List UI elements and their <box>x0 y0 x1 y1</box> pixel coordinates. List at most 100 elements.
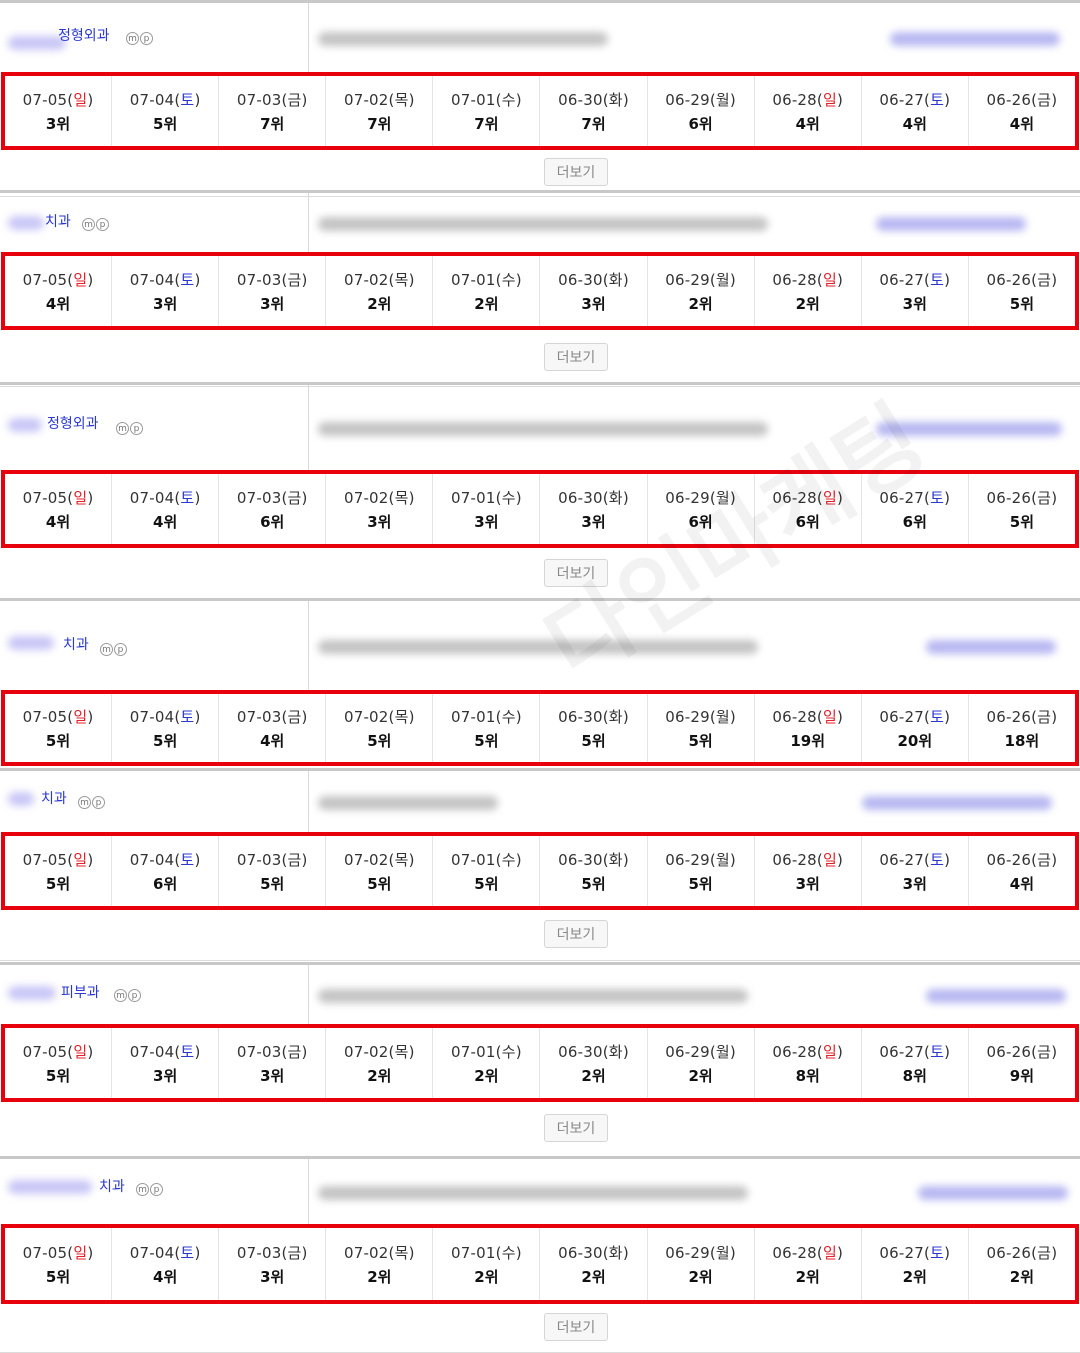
weekday-text: 일 <box>73 90 88 109</box>
weekday-text: 금 <box>1037 850 1052 869</box>
date-text: 06-29 <box>665 850 710 869</box>
rank-value: 5위 <box>260 874 285 893</box>
weekday-text: 일 <box>822 850 837 869</box>
rank-value: 7위 <box>260 114 285 133</box>
rank-cell: 06-26(금) 5위 <box>969 474 1075 544</box>
rank-value: 19위 <box>790 731 826 750</box>
weekday-text: 월 <box>715 850 730 869</box>
date-text: 06-29 <box>665 707 710 726</box>
weekday-text: 금 <box>1037 1243 1052 1262</box>
rank-value: 3위 <box>902 294 927 313</box>
rank-value: 6위 <box>795 512 820 531</box>
redacted-link[interactable] <box>890 32 1060 46</box>
rank-value: 4위 <box>795 114 820 133</box>
weekday-text: 화 <box>608 270 623 289</box>
redacted-link[interactable] <box>876 422 1062 436</box>
rank-cell: 06-28(일) 19위 <box>755 694 862 762</box>
rank-cell: 06-30(화) 5위 <box>540 694 648 762</box>
rank-value: 3위 <box>260 294 285 313</box>
category-label[interactable]: 피부과 <box>61 982 100 1002</box>
category-label[interactable]: 치과 <box>63 634 89 654</box>
rank-cell: 07-02(목) 2위 <box>326 1228 434 1300</box>
mobile-badge-icon: m <box>116 422 129 435</box>
redacted-link[interactable] <box>926 989 1066 1003</box>
block-header: 피부과 m p <box>0 965 1080 1024</box>
redacted-link[interactable] <box>918 1186 1068 1200</box>
rank-date: 07-02(목) <box>343 488 415 507</box>
rank-cell: 07-04(토) 5위 <box>112 76 220 146</box>
rank-date: 07-01(수) <box>451 488 522 507</box>
rank-date: 07-03(금) <box>236 270 308 289</box>
rank-history-row: 07-05(일) 5위 07-04(토) 3위 07-03(금) 3위 07-02(목) 2위… <box>1 1024 1079 1102</box>
more-button[interactable]: 더보기 <box>544 559 608 587</box>
pc-badge-icon: p <box>140 32 153 45</box>
weekday-text: 일 <box>822 707 837 726</box>
category-label[interactable]: 정형외과 <box>58 25 110 45</box>
rank-date: 06-29(월) <box>665 90 736 109</box>
more-button[interactable]: 더보기 <box>544 1114 608 1142</box>
date-text: 07-04 <box>129 707 175 726</box>
redacted-link[interactable] <box>926 640 1056 654</box>
ranking-block: 피부과 m p 07-05(일) 5위 07-04(토) 3위 07-03(금) 3위 07-02… <box>0 962 1080 1157</box>
rank-date: 07-02(목) <box>343 1243 415 1262</box>
category-label[interactable]: 정형외과 <box>47 413 99 433</box>
rank-value: 7위 <box>581 114 606 133</box>
block-header: 치과 m p <box>0 1159 1080 1224</box>
rank-cell: 07-05(일) 5위 <box>5 694 113 762</box>
rank-cell: 06-28(일) 2위 <box>755 256 862 326</box>
more-row: 더보기 <box>0 910 1080 961</box>
rank-date: 06-30(화) <box>558 488 629 507</box>
rank-cell: 07-03(금) 3위 <box>219 1228 327 1300</box>
ranking-block: 치과 m p 07-05(일) 5위 07-04(토) 4위 07-03(금) 3위 07-02(… <box>0 1156 1080 1353</box>
mobile-pc-badges: mp <box>114 989 141 1002</box>
rank-cell: 07-05(일) 3위 <box>5 76 113 146</box>
redacted-link[interactable] <box>862 796 1052 810</box>
rank-value: 4위 <box>260 731 285 750</box>
weekday-text: 금 <box>1037 90 1052 109</box>
rank-date: 06-28(일) <box>772 270 844 289</box>
date-text: 07-01 <box>451 850 496 869</box>
mobile-badge-icon: m <box>100 643 113 656</box>
more-button[interactable]: 더보기 <box>544 343 608 371</box>
rank-date: 07-01(수) <box>451 270 522 289</box>
category-label[interactable]: 치과 <box>45 211 71 231</box>
pc-badge-icon: p <box>130 422 143 435</box>
rank-value: 5위 <box>45 874 71 893</box>
category-label[interactable]: 치과 <box>99 1176 125 1196</box>
rank-value: 5위 <box>45 1267 71 1286</box>
date-text: 07-03 <box>236 90 282 109</box>
more-button[interactable]: 더보기 <box>544 1313 608 1341</box>
date-text: 07-04 <box>129 1042 175 1061</box>
rank-cell: 07-01(수) 2위 <box>433 256 541 326</box>
more-button[interactable]: 더보기 <box>544 920 608 948</box>
rank-cell: 06-27(토) 2위 <box>862 1228 969 1300</box>
date-text: 06-29 <box>665 1042 710 1061</box>
rank-value: 3위 <box>45 114 71 133</box>
rank-cell: 06-28(일) 2위 <box>755 1228 862 1300</box>
weekday-text: 일 <box>73 488 88 507</box>
date-text: 06-27 <box>879 270 925 289</box>
category-label[interactable]: 치과 <box>41 788 67 808</box>
rank-date: 07-04(토) <box>129 1042 201 1061</box>
rank-value: 3위 <box>795 874 820 893</box>
ranking-block: 정형외과 m p 07-05(일) 3위 07-04(토) 5위 07-03(금) 7위 07-0… <box>0 0 1080 197</box>
rank-date: 07-01(수) <box>451 1243 522 1262</box>
redacted-link[interactable] <box>876 217 1026 231</box>
date-text: 06-26 <box>986 707 1032 726</box>
mobile-badge-icon: m <box>114 989 127 1002</box>
rank-cell: 06-27(토) 3위 <box>862 256 969 326</box>
date-text: 06-30 <box>558 1243 603 1262</box>
mobile-pc-badges: mp <box>78 796 105 809</box>
weekday-text: 금 <box>1037 1042 1052 1061</box>
date-text: 07-01 <box>451 707 496 726</box>
more-button[interactable]: 더보기 <box>544 158 608 186</box>
rank-date: 07-04(토) <box>129 707 201 726</box>
date-text: 07-05 <box>22 1042 68 1061</box>
rank-value: 4위 <box>153 512 178 531</box>
rank-history-row: 07-05(일) 4위 07-04(토) 3위 07-03(금) 3위 07-02(목) 2위… <box>1 252 1079 330</box>
rank-date: 06-28(일) <box>772 850 844 869</box>
date-text: 07-04 <box>129 90 175 109</box>
rank-cell: 06-28(일) 8위 <box>755 1028 862 1098</box>
rank-value: 7위 <box>474 114 499 133</box>
weekday-text: 수 <box>501 488 516 507</box>
